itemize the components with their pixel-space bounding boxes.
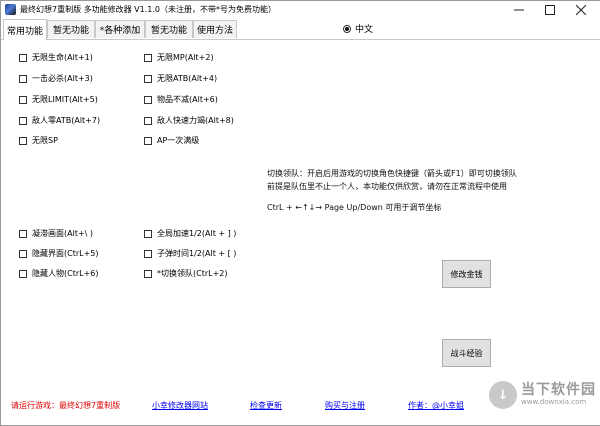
tab-none-2[interactable]: 暂无功能 [145, 20, 193, 38]
checkbox[interactable] [144, 136, 152, 145]
option-hide-characters[interactable]: 隐藏人物(CtrL+6) [19, 268, 99, 279]
modify-money-button[interactable]: 修改金钱 [442, 260, 491, 288]
option-ap-max-level[interactable]: AP一次满级 [144, 135, 199, 146]
author-link[interactable]: 作者：@小幸姐 [408, 400, 464, 411]
watermark-logo-icon: ↓ [489, 381, 517, 409]
tab-usage[interactable]: 使用方法 [193, 20, 237, 38]
option-label: 敌人快速力竭(Alt+8) [157, 116, 234, 125]
checkbox[interactable] [19, 116, 27, 125]
checkbox[interactable] [144, 53, 152, 62]
option-freeze-screen[interactable]: 凝滞画面(Alt+\ ) [19, 228, 93, 239]
title-bar: 最终幻想7重制版 多功能修改器 V1.1.0（未注册，不带*号为免费功能） [1, 1, 600, 19]
option-label: 无限LIMIT(Alt+5) [32, 95, 98, 104]
option-label: 物品不减(Alt+6) [157, 95, 218, 104]
option-label: 一击必杀(Alt+3) [32, 74, 93, 83]
tab-bar: 常用功能 暂无功能 *各种添加 暂无功能 使用方法 [1, 19, 600, 40]
option-label: 子弹时间1/2(Alt + [ ) [157, 249, 237, 258]
checkbox[interactable] [19, 136, 27, 145]
tab-additions[interactable]: *各种添加 [95, 20, 145, 38]
option-label: 隐藏界面(CtrL+5) [32, 249, 99, 258]
info-line-2: 前提是队伍里不止一个人，本功能仅供欣赏，请勿在正常流程中使用 [267, 182, 507, 191]
option-label: 全局加速1/2(Alt + ] ) [157, 229, 237, 238]
option-label: 无限MP(Alt+2) [157, 53, 214, 62]
checkbox[interactable] [19, 249, 27, 258]
minimize-icon [514, 9, 524, 11]
close-button[interactable] [568, 1, 594, 19]
watermark-text: 当下软件园 www.downxia.com [521, 383, 596, 406]
website-link[interactable]: 小幸修改器网站 [152, 400, 208, 411]
checkbox[interactable] [19, 229, 27, 238]
option-enemy-fast-stagger[interactable]: 敌人快速力竭(Alt+8) [144, 115, 234, 126]
option-enemy-zero-atb[interactable]: 敌人零ATB(Alt+7) [19, 115, 100, 126]
option-label: 隐藏人物(CtrL+6) [32, 269, 99, 278]
option-switch-leader[interactable]: *切换领队(CtrL+2) [144, 268, 228, 279]
option-label: *切换领队(CtrL+2) [157, 269, 228, 278]
buy-register-link[interactable]: 购买与注册 [325, 400, 365, 411]
option-label: 敌人零ATB(Alt+7) [32, 116, 101, 125]
checkbox[interactable] [144, 249, 152, 258]
watermark-main: 当下软件园 [521, 382, 596, 399]
maximize-icon [545, 5, 555, 15]
option-hide-ui[interactable]: 隐藏界面(CtrL+5) [19, 248, 99, 259]
option-label: 凝滞画面(Alt+\ ) [32, 229, 94, 238]
close-icon [576, 5, 586, 15]
option-infinite-hp[interactable]: 无限生命(Alt+1) [19, 52, 93, 63]
checkbox[interactable] [144, 74, 152, 83]
option-bullet-time[interactable]: 子弹时间1/2(Alt + [ ) [144, 248, 236, 259]
checkbox[interactable] [144, 229, 152, 238]
tab-common[interactable]: 常用功能 [3, 19, 47, 40]
app-icon [5, 4, 16, 15]
battle-exp-button[interactable]: 战斗经验 [442, 339, 491, 367]
info-line-1: 切换领队：开启后用游戏的切换角色快捷键（箭头或F1）即可切换领队 [267, 169, 517, 178]
checkbox[interactable] [19, 95, 27, 104]
option-label: 无限生命(Alt+1) [32, 53, 93, 62]
checkbox[interactable] [19, 269, 27, 278]
option-infinite-sp[interactable]: 无限SP [19, 135, 58, 146]
maximize-button[interactable] [537, 1, 563, 19]
language-radio[interactable]: 中文 [343, 22, 373, 35]
option-items-no-decrease[interactable]: 物品不减(Alt+6) [144, 94, 218, 105]
option-one-hit-kill[interactable]: 一击必杀(Alt+3) [19, 73, 93, 84]
language-label: 中文 [355, 25, 374, 35]
watermark: ↓ 当下软件园 www.downxia.com [489, 381, 596, 409]
option-infinite-atb[interactable]: 无限ATB(Alt+4) [144, 73, 217, 84]
checkbox[interactable] [144, 269, 152, 278]
option-global-speed[interactable]: 全局加速1/2(Alt + ] ) [144, 228, 236, 239]
option-infinite-limit[interactable]: 无限LIMIT(Alt+5) [19, 94, 98, 105]
option-infinite-mp[interactable]: 无限MP(Alt+2) [144, 52, 214, 63]
window-title: 最终幻想7重制版 多功能修改器 V1.1.0（未注册，不带*号为免费功能） [20, 5, 277, 14]
tab-none-1[interactable]: 暂无功能 [47, 20, 95, 38]
option-label: AP一次满级 [157, 136, 200, 145]
minimize-button[interactable] [506, 1, 532, 19]
option-label: 无限SP [32, 136, 58, 145]
checkbox[interactable] [144, 95, 152, 104]
tab-divider [1, 39, 600, 40]
main-window: 最终幻想7重制版 多功能修改器 V1.1.0（未注册，不带*号为免费功能） 常用… [0, 0, 600, 426]
option-label: 无限ATB(Alt+4) [157, 74, 218, 83]
radio-selected-icon [343, 24, 351, 33]
game-status: 请运行游戏：最终幻想7重制版 [11, 401, 121, 410]
watermark-sub: www.downxia.com [521, 397, 587, 406]
checkbox[interactable] [19, 53, 27, 62]
check-update-link[interactable]: 检查更新 [250, 400, 282, 411]
info-line-3: CtrL + ←↑↓→ Page Up/Down 可用于调节坐标 [267, 203, 442, 212]
checkbox[interactable] [19, 74, 27, 83]
checkbox[interactable] [144, 116, 152, 125]
